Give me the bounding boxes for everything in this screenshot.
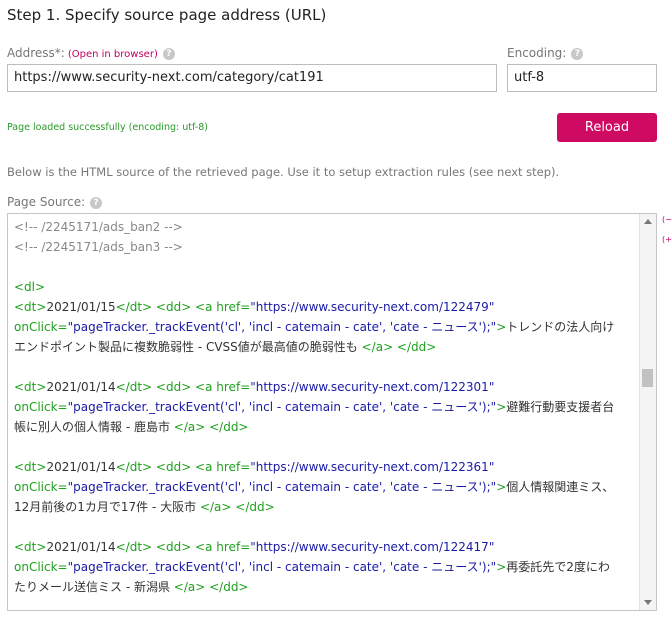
source-line: onClick="pageTracker._trackEvent('cl', '… bbox=[14, 400, 615, 414]
open-in-browser-link[interactable]: (Open in browser) bbox=[68, 49, 158, 60]
source-line: <dt>2021/01/15</dt> <dd> <a href="https:… bbox=[14, 300, 495, 314]
entry-date: 2021/01/14 bbox=[46, 460, 116, 474]
encoding-label: Encoding: bbox=[507, 46, 567, 60]
expand-link[interactable]: (+ bbox=[662, 235, 672, 244]
source-help-icon[interactable]: ? bbox=[90, 196, 103, 209]
entry-title-cont: たりメール送信ミス - 新潟県 bbox=[14, 580, 170, 594]
entry-title: 再委託先で2度にわ bbox=[506, 560, 610, 574]
source-description: Below is the HTML source of the retrieve… bbox=[7, 165, 560, 179]
encoding-input[interactable]: utf-8 bbox=[507, 64, 657, 92]
collapse-link[interactable]: (− bbox=[662, 215, 672, 224]
step-title: Step 1. Specify source page address (URL… bbox=[7, 6, 327, 24]
status-message: Page loaded successfully (encoding: utf-… bbox=[7, 122, 208, 133]
entry-date: 2021/01/14 bbox=[46, 540, 116, 554]
address-input[interactable]: https://www.security-next.com/category/c… bbox=[7, 64, 497, 92]
entry-onclick: "pageTracker._trackEvent('cl', 'incl - c… bbox=[67, 320, 497, 334]
source-line: onClick="pageTracker._trackEvent('cl', '… bbox=[14, 320, 615, 334]
entry-onclick: "pageTracker._trackEvent('cl', 'incl - c… bbox=[67, 560, 497, 574]
source-entries: <dt>2021/01/15</dt> <dd> <a href="https:… bbox=[14, 297, 638, 597]
entry-href: "https://www.security-next.com/122301" bbox=[250, 380, 495, 394]
source-line: onClick="pageTracker._trackEvent('cl', '… bbox=[14, 480, 615, 494]
entry-href: "https://www.security-next.com/122361" bbox=[250, 460, 495, 474]
scroll-up-icon[interactable] bbox=[644, 219, 652, 224]
entry-onclick: "pageTracker._trackEvent('cl', 'incl - c… bbox=[67, 400, 497, 414]
source-line: onClick="pageTracker._trackEvent('cl', '… bbox=[14, 560, 610, 574]
source-line: 12月前後の1カ月で17件 - 大阪市 </a> </dd> bbox=[14, 500, 275, 514]
entry-date: 2021/01/14 bbox=[46, 380, 116, 394]
source-line: 帳に別人の個人情報 - 鹿島市 </a> </dd> bbox=[14, 420, 249, 434]
source-comment-line: <!-- /2245171/ads_ban3 --> bbox=[14, 240, 183, 254]
source-line: エンドポイント製品に複数脆弱性 - CVSS値が最高値の脆弱性も </a> </… bbox=[14, 340, 437, 354]
entry-title: トレンドの法人向け bbox=[506, 320, 615, 334]
entry-onclick: "pageTracker._trackEvent('cl', 'incl - c… bbox=[67, 480, 497, 494]
reload-button[interactable]: Reload bbox=[557, 113, 657, 142]
address-label: Address*: bbox=[7, 46, 65, 60]
source-line: <dt>2021/01/14</dt> <dd> <a href="https:… bbox=[14, 460, 495, 474]
source-comment-line: <!-- /2245171/ads_ban2 --> bbox=[14, 220, 183, 234]
encoding-label-row: Encoding:? bbox=[507, 46, 584, 60]
source-entry: <dt>2021/01/15</dt> <dd> <a href="https:… bbox=[14, 297, 638, 377]
entry-href: "https://www.security-next.com/122479" bbox=[250, 300, 495, 314]
source-dl-line: <dl> bbox=[14, 280, 46, 294]
address-help-icon[interactable]: ? bbox=[162, 47, 175, 60]
source-line: たりメール送信ミス - 新潟県 </a> </dd> bbox=[14, 580, 249, 594]
address-label-row: Address*: (Open in browser)? bbox=[7, 46, 175, 60]
source-line: <dt>2021/01/14</dt> <dd> <a href="https:… bbox=[14, 540, 495, 554]
entry-title-cont: エンドポイント製品に複数脆弱性 - CVSS値が最高値の脆弱性も bbox=[14, 340, 358, 354]
page-source-textarea[interactable]: <!-- /2245171/ads_ban2 --> <!-- /2245171… bbox=[7, 213, 657, 611]
encoding-help-icon[interactable]: ? bbox=[571, 47, 584, 60]
source-entry: <dt>2021/01/14</dt> <dd> <a href="https:… bbox=[14, 377, 638, 457]
page-source-code: <!-- /2245171/ads_ban2 --> <!-- /2245171… bbox=[14, 217, 638, 597]
source-label-row: Page Source:? bbox=[7, 195, 103, 209]
entry-title: 避難行動要支援者台 bbox=[506, 400, 615, 414]
source-entry: <dt>2021/01/14</dt> <dd> <a href="https:… bbox=[14, 457, 638, 537]
source-entry: <dt>2021/01/14</dt> <dd> <a href="https:… bbox=[14, 537, 638, 597]
scroll-down-icon[interactable] bbox=[644, 600, 652, 605]
entry-title-cont: 12月前後の1カ月で17件 - 大阪市 bbox=[14, 500, 197, 514]
scroll-thumb[interactable] bbox=[642, 369, 653, 387]
entry-date: 2021/01/15 bbox=[46, 300, 116, 314]
entry-href: "https://www.security-next.com/122417" bbox=[250, 540, 495, 554]
entry-title-cont: 帳に別人の個人情報 - 鹿島市 bbox=[14, 420, 170, 434]
source-label: Page Source: bbox=[7, 195, 86, 209]
source-line: <dt>2021/01/14</dt> <dd> <a href="https:… bbox=[14, 380, 495, 394]
entry-title: 個人情報関連ミス、 bbox=[506, 480, 615, 494]
source-scrollbar[interactable] bbox=[639, 214, 656, 610]
